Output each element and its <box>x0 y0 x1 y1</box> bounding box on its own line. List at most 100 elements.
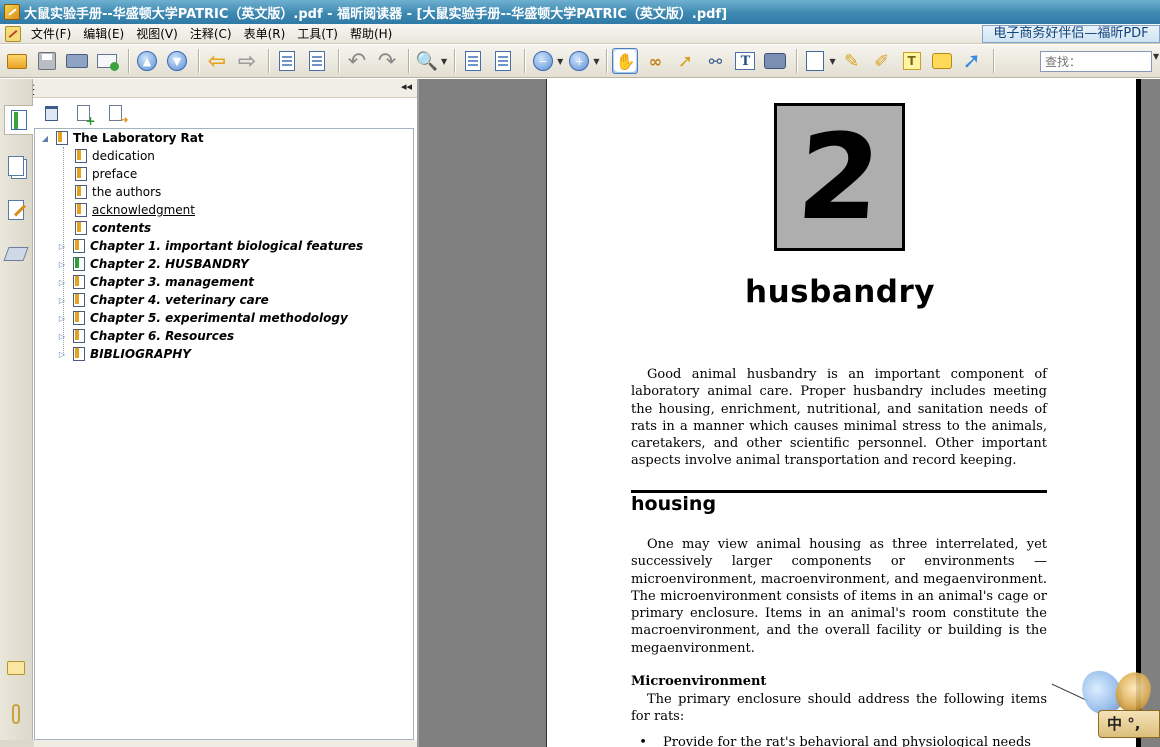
bookmark-item[interactable]: dedication <box>75 147 155 165</box>
expand-arrow-icon[interactable]: ▷ <box>57 350 67 359</box>
menu-tools[interactable]: 工具(T) <box>291 24 344 44</box>
layers-icon <box>3 247 29 261</box>
magnifier-icon: 🔍 <box>415 50 439 72</box>
move-bookmark-button[interactable] <box>104 102 129 126</box>
menu-comment[interactable]: 注释(C) <box>184 24 238 44</box>
page-icon <box>279 51 295 71</box>
bookmark-item[interactable]: ▷ Chapter 6. Resources <box>57 327 234 345</box>
ime-mode-indicator[interactable]: 中 °, <box>1098 710 1160 738</box>
bookmark-root[interactable]: ◢ The Laboratory Rat <box>40 129 204 147</box>
extract-pages-button[interactable] <box>274 48 300 74</box>
bookmarks-toolbar <box>34 99 417 128</box>
tab-comments[interactable] <box>4 653 28 683</box>
bookmark-label: dedication <box>92 149 155 163</box>
expand-arrow-icon[interactable]: ▷ <box>57 242 67 251</box>
save-button[interactable] <box>34 48 60 74</box>
menu-view[interactable]: 视图(V) <box>130 24 184 44</box>
tab-attachments[interactable] <box>4 699 28 729</box>
email-button[interactable] <box>94 48 120 74</box>
zoom-out-button[interactable]: − <box>530 48 556 74</box>
insert-pages-button[interactable] <box>304 48 330 74</box>
note-tool-button[interactable] <box>802 48 828 74</box>
forward-button[interactable]: ⇨ <box>234 48 260 74</box>
bookmark-item[interactable]: contents <box>75 219 151 237</box>
window-title: 大鼠实验手册--华盛顿大学PATRIC（英文版）.pdf - 福昕阅读器 - [… <box>24 6 728 22</box>
document-menu-icon[interactable] <box>5 25 21 42</box>
reading-mode-button[interactable]: ∞ <box>642 48 668 74</box>
snapshot-button[interactable] <box>762 48 788 74</box>
delete-bookmark-button[interactable] <box>40 102 62 124</box>
bookmark-item[interactable]: ▷ Chapter 1. important biological featur… <box>57 237 363 255</box>
back-button[interactable]: ⇦ <box>204 48 230 74</box>
open-button[interactable] <box>4 48 30 74</box>
bookmark-item[interactable]: ▷ Chapter 5. experimental methodology <box>57 309 348 327</box>
zoom-level-dropdown-icon[interactable]: ▼ <box>557 57 563 66</box>
tab-bookmarks[interactable] <box>4 105 33 135</box>
title-bar: 大鼠实验手册--华盛顿大学PATRIC（英文版）.pdf - 福昕阅读器 - [… <box>0 0 1160 24</box>
tab-layers[interactable] <box>3 239 29 269</box>
bookmark-label: preface <box>92 167 138 181</box>
menu-file[interactable]: 文件(F) <box>25 24 77 44</box>
collapse-arrow-icon[interactable]: ◢ <box>40 134 50 143</box>
bookmark-item[interactable]: ▷ Chapter 3. management <box>57 273 254 291</box>
bookmark-item[interactable]: acknowledgment <box>75 201 195 219</box>
typewriter-button[interactable]: T <box>899 48 925 74</box>
add-bookmark-button[interactable] <box>72 102 96 128</box>
expand-arrow-icon[interactable]: ▷ <box>57 314 67 323</box>
pages-icon <box>8 156 24 176</box>
search-dropdown-icon[interactable]: ▼ <box>1153 52 1159 61</box>
bookmark-item[interactable]: the authors <box>75 183 161 201</box>
select-tool-button[interactable]: ➚ <box>672 48 698 74</box>
zoom-in-button[interactable]: + <box>566 48 592 74</box>
search-input[interactable] <box>1040 51 1152 72</box>
note-pen-icon <box>806 51 825 71</box>
collapse-panel-icon[interactable]: ◂◂ <box>401 80 412 93</box>
cursor-icon: ➚ <box>677 50 694 72</box>
bookmark-item[interactable]: ▷ BIBLIOGRAPHY <box>57 345 191 363</box>
promo-banner[interactable]: 电子商务好伴侣—福昕PDF <box>982 25 1160 43</box>
typewriter-icon: T <box>902 52 921 70</box>
arrow-up-icon: ▲ <box>137 51 157 71</box>
note-dropdown-icon[interactable]: ▼ <box>829 57 835 66</box>
menu-form[interactable]: 表单(R) <box>238 24 292 44</box>
zoom-tool-button[interactable]: 🔍 <box>414 48 440 74</box>
menu-help[interactable]: 帮助(H) <box>344 24 398 44</box>
toolbar-divider <box>198 49 200 73</box>
tab-pages[interactable] <box>4 151 28 181</box>
undo-button[interactable]: ↶ <box>344 48 370 74</box>
bookmark-label: contents <box>92 221 152 235</box>
print-button[interactable] <box>64 48 90 74</box>
comments-icon <box>7 661 25 675</box>
toolbar-divider <box>606 49 609 73</box>
arrow-tool-button[interactable]: ➚ <box>959 48 985 74</box>
expand-arrow-icon[interactable]: ▷ <box>57 332 67 341</box>
hand-tool-button[interactable]: ✋ <box>612 48 639 74</box>
redo-button[interactable]: ↷ <box>374 48 400 74</box>
menu-edit[interactable]: 编辑(E) <box>77 24 130 44</box>
ime-widget[interactable]: 中 °, <box>1048 664 1160 740</box>
find-button[interactable]: ⚯ <box>702 48 728 74</box>
bookmark-item[interactable]: preface <box>75 165 137 183</box>
comment-button[interactable] <box>929 48 955 74</box>
toolbar-divider <box>268 49 270 73</box>
add-bookmark-icon <box>76 105 96 128</box>
bookmark-icon <box>73 347 85 361</box>
expand-arrow-icon[interactable]: ▷ <box>57 278 67 287</box>
zoom-dropdown-icon[interactable]: ▼ <box>441 57 447 66</box>
menu-bar: 文件(F) 编辑(E) 视图(V) 注释(C) 表单(R) 工具(T) 帮助(H… <box>0 24 1160 44</box>
bookmark-item[interactable]: ▷ Chapter 4. veterinary care <box>57 291 269 309</box>
bookmark-item[interactable]: ▷ Chapter 2. HUSBANDRY <box>57 255 249 273</box>
next-page-button[interactable]: ▼ <box>164 48 190 74</box>
intro-paragraph-text: Good animal husbandry is an important co… <box>631 367 1047 469</box>
highlight-tool-button[interactable]: ✐ <box>869 48 895 74</box>
tab-annotations[interactable] <box>4 195 28 225</box>
expand-arrow-icon[interactable]: ▷ <box>57 260 67 269</box>
pencil-tool-button[interactable]: ✎ <box>839 48 865 74</box>
zoom-in-dropdown-icon[interactable]: ▼ <box>593 57 599 66</box>
fit-page-button[interactable] <box>490 48 516 74</box>
fit-width-button[interactable] <box>460 48 486 74</box>
previous-page-button[interactable]: ▲ <box>134 48 160 74</box>
subheading: Microenvironment <box>631 674 767 689</box>
expand-arrow-icon[interactable]: ▷ <box>57 296 67 305</box>
select-text-button[interactable]: T <box>732 48 758 74</box>
